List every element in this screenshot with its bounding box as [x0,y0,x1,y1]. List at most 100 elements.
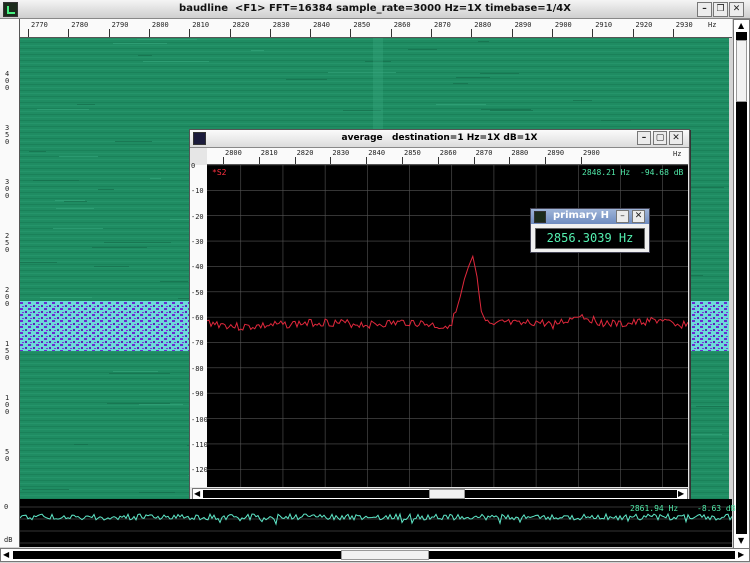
side-tick-label: 250 [5,232,10,254]
close-button[interactable]: ✕ [729,2,744,17]
average-ruler-tick-label: 2840 [368,149,386,157]
db-tick-label: -110 [191,440,208,449]
average-frequency-ruler[interactable]: Hz 2800 2810 2820 2830 2840 2850 2860 2870 2880 2… [207,148,688,165]
average-db-axis: 0 -10 -20 -30 -40 -50 -60 -70 -80 -90 -100 -110 -120 [190,162,208,487]
ruler-tick-label: 2790 [111,21,129,29]
average-close-button[interactable]: ✕ [669,131,683,145]
popup-minimize-button[interactable]: – [616,210,629,223]
scroll-down-arrow[interactable]: ▼ [738,536,744,545]
average-scroll-thumb[interactable] [429,489,465,499]
ruler-tick-label: 2770 [31,21,48,29]
average-ruler-tick [223,157,224,164]
average-ruler-tick [258,157,260,164]
spectrum-trace [207,254,688,331]
db-tick-label: -60 [191,314,204,323]
average-ruler-tick-label: 2810 [260,149,278,157]
ruler-tick-label: 2820 [232,21,250,29]
average-maximize-button[interactable]: ▢ [653,131,667,145]
average-window-title: average destination=1 Hz=1X dB=1X [341,133,538,143]
scroll-left-arrow[interactable]: ◀ [3,550,9,559]
ruler-unit: Hz [708,21,717,29]
ruler-tick [511,29,513,37]
db-tick-label: -50 [191,288,204,297]
primary-h-title: primary H [553,210,609,221]
frequency-ruler[interactable]: Hz 2770 2780 2790 2800 2810 2820 2830 2840 2850 2… [20,19,732,38]
ruler-tick [269,29,271,37]
ruler-tick [471,29,473,37]
db-tick-label: -100 [191,415,208,424]
side-tick-label: 50 [5,448,10,463]
ruler-tick [68,29,70,37]
popup-close-button[interactable]: ✕ [632,210,645,223]
average-ruler-unit: Hz [673,150,682,158]
bottom-axis-unit: dB [4,536,13,544]
ruler-tick-label: 2890 [514,21,532,29]
average-ruler-tick [437,157,439,164]
scroll-right-arrow[interactable]: ▶ [738,550,744,559]
ruler-tick [551,29,553,37]
ruler-tick-label: 2840 [313,21,330,29]
ruler-tick-label: 2830 [272,21,290,29]
minimize-button[interactable]: – [697,2,712,17]
ruler-tick-label: 2870 [434,21,451,29]
average-ruler-tick [294,157,296,164]
ruler-tick-label: 2880 [474,21,492,29]
primary-h-titlebar: primary H – ✕ [531,209,649,224]
ruler-tick [28,29,29,37]
side-tick-label: 350 [5,124,10,146]
cursor-label: *S2 [212,168,227,177]
db-tick-label: -80 [191,364,204,373]
ruler-tick-label: 2800 [151,21,169,29]
time-ruler[interactable]: 400 350 300 250 200 150 100 50 [0,19,20,547]
readout-db: -94.68 dB [640,168,684,177]
db-tick-label: -40 [191,263,204,272]
db-tick-label: -90 [191,390,204,399]
window-title: baudline <F1> FFT=16384 sample_rate=3000… [179,3,571,14]
db-tick-label: -20 [191,212,204,221]
ruler-tick [189,29,191,37]
vertical-scrollbar[interactable]: ▲ ▼ [733,19,750,549]
average-ruler-tick-label: 2800 [225,149,242,157]
average-window[interactable]: average destination=1 Hz=1X dB=1X – ▢ ✕ … [189,129,690,503]
ruler-tick [632,29,634,37]
vertical-scroll-track[interactable] [736,32,747,534]
ruler-tick-label: 2930 [675,21,693,29]
average-ruler-tick-label: 2880 [511,149,529,157]
horizontal-scrollbar[interactable]: ◀ ▶ [0,548,750,562]
average-minimize-button[interactable]: – [637,131,651,145]
ruler-tick [148,29,150,37]
average-ruler-tick [402,157,403,164]
bottom-readout-db: -8.63 dB [697,504,736,513]
primary-h-popup[interactable]: primary H – ✕ 2856.3039 Hz [530,208,650,253]
average-scroll-left-arrow[interactable]: ◀ [194,489,200,498]
ruler-tick [108,29,110,37]
ruler-tick-label: 2780 [71,21,89,29]
ruler-tick [310,29,312,37]
horizontal-scroll-thumb[interactable] [341,550,429,560]
ruler-tick-label: 2850 [353,21,371,29]
average-ruler-tick-label: 2870 [475,149,493,157]
bottom-readout-frequency: 2861.94 Hz [630,504,679,513]
db-tick-label: -30 [191,238,204,247]
scroll-up-arrow[interactable]: ▲ [738,21,744,30]
readout-frequency: 2848.21 Hz [582,168,631,177]
average-ruler-tick-label: 2820 [296,149,314,157]
ruler-tick [229,29,231,37]
average-ruler-tick-label: 2890 [547,149,565,157]
side-tick-label: 400 [5,70,10,92]
average-ruler-tick [545,157,547,164]
bottom-trace-panel[interactable] [20,499,732,547]
side-tick-label: 300 [5,178,10,200]
ruler-tick-label: 2860 [393,21,411,29]
popup-icon[interactable] [534,211,546,223]
primary-h-value: 2856.3039 Hz [535,228,645,249]
bottom-axis-zero: 0 [4,503,9,511]
maximize-button[interactable]: ❐ [713,2,728,17]
ruler-tick [350,29,352,37]
ruler-tick [592,29,594,37]
ruler-tick [672,29,674,37]
average-scroll-right-arrow[interactable]: ▶ [678,489,684,498]
db-tick-label: 0 [191,162,196,170]
vertical-scroll-thumb[interactable] [736,40,747,102]
ruler-tick [390,29,392,37]
